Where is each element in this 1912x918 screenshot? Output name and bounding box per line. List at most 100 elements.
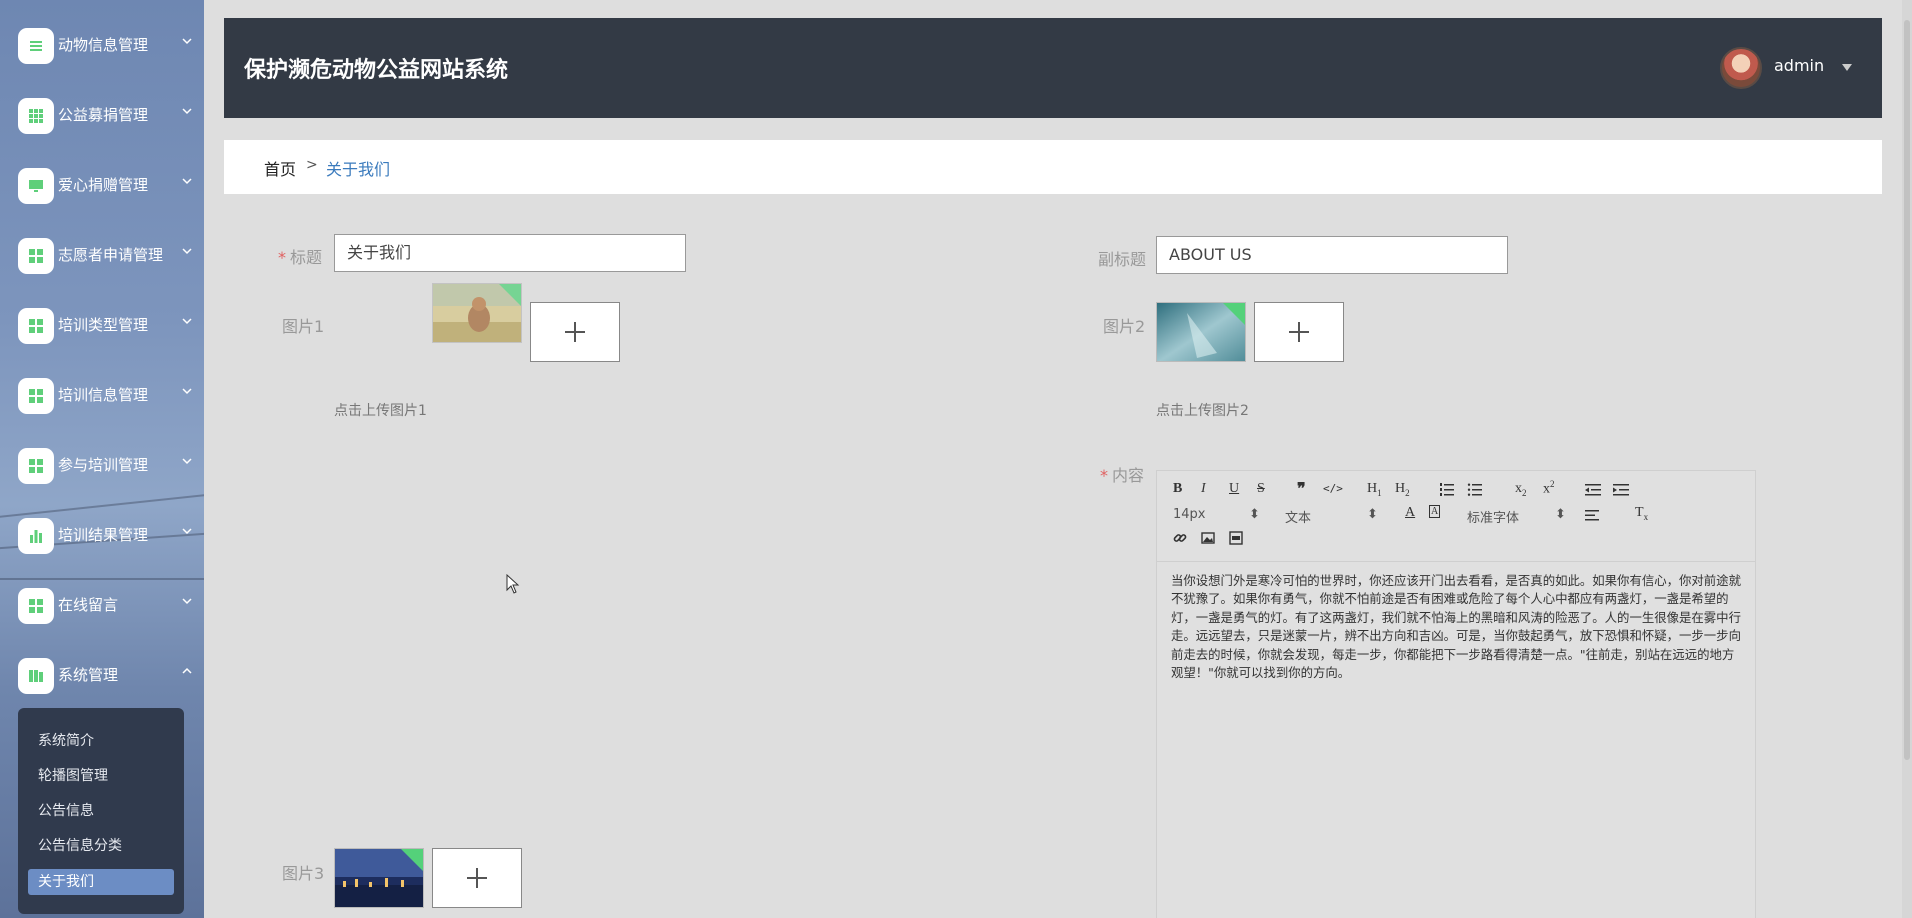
sidebar-item-training-type[interactable]: 培训类型管理 (0, 302, 204, 346)
image1-label: 图片1 (282, 317, 325, 336)
sidebar-item-training-results[interactable]: 培训结果管理 (0, 512, 204, 556)
sidebar-item-love-donation[interactable]: 爱心捐赠管理 (0, 162, 204, 206)
background-color-icon[interactable]: A (1429, 505, 1441, 518)
selected-corner-marker (499, 284, 521, 306)
sidebar-item-label: 志愿者申请管理 (58, 246, 164, 264)
caret-down-icon[interactable] (1842, 64, 1852, 71)
submenu-item-notice-category[interactable]: 公告信息分类 (28, 833, 174, 859)
sidebar-item-volunteer-application[interactable]: 志愿者申请管理 (0, 232, 204, 276)
sort-arrows-icon[interactable]: ⬍ (1555, 507, 1566, 522)
breadcrumb-home[interactable]: 首页 (264, 156, 296, 180)
text-type-select[interactable]: 文本 (1285, 507, 1311, 526)
selected-corner-marker (401, 849, 423, 871)
app-title: 保护濒危动物公益网站系统 (244, 58, 509, 83)
image1-hint: 点击上传图片1 (334, 403, 427, 419)
sidebar-item-label: 培训结果管理 (58, 526, 149, 544)
sidebar-item-training-participation[interactable]: 参与培训管理 (0, 442, 204, 486)
avatar[interactable] (1720, 47, 1762, 89)
mouse-pointer-icon (506, 574, 520, 594)
chevron-down-icon (182, 318, 192, 325)
sidebar-item-training-info[interactable]: 培训信息管理 (0, 372, 204, 416)
submenu-item-carousel[interactable]: 轮播图管理 (28, 763, 174, 789)
title-label-text: 标题 (290, 248, 323, 267)
clear-format-icon[interactable]: Tx (1635, 505, 1648, 522)
grid-icon (18, 98, 54, 134)
image3-thumbnail[interactable] (334, 848, 424, 908)
breadcrumb-current: 关于我们 (326, 160, 391, 179)
subtitle-input[interactable]: ABOUT US (1156, 236, 1508, 274)
image-icon[interactable] (1201, 531, 1215, 545)
subscript-icon[interactable]: x2 (1515, 481, 1527, 498)
header2-icon[interactable]: H2 (1395, 481, 1410, 498)
superscript-icon[interactable]: x2 (1543, 479, 1555, 498)
content-label: * 内容 (1100, 462, 1144, 486)
sidebar-item-online-message[interactable]: 在线留言 (0, 582, 204, 626)
blockquote-icon[interactable]: ❞ (1297, 479, 1306, 499)
required-marker: * (1100, 466, 1108, 485)
ordered-list-icon[interactable] (1439, 483, 1455, 497)
apps-icon (18, 238, 54, 274)
editor-content[interactable]: 当你设想门外是寒冷可怕的世界时，你还应该开门出去看看，是否真的如此。如果你有信心… (1171, 572, 1745, 682)
bar-chart-icon (18, 518, 54, 554)
bullet-list-icon[interactable] (1467, 483, 1483, 497)
align-icon[interactable] (1585, 509, 1601, 521)
chevron-down-icon (182, 38, 192, 45)
italic-icon[interactable]: I (1201, 481, 1206, 497)
indent-icon[interactable] (1613, 483, 1629, 497)
image1-upload-button[interactable] (530, 302, 620, 362)
sidebar-item-label: 培训类型管理 (58, 316, 149, 334)
image3-label: 图片3 (282, 864, 325, 883)
chevron-down-icon (182, 178, 192, 185)
breadcrumb-separator: > (306, 157, 318, 173)
sidebar-item-label: 动物信息管理 (58, 36, 149, 54)
font-color-icon[interactable]: A (1405, 505, 1415, 521)
user-name[interactable]: admin (1774, 56, 1824, 75)
chevron-down-icon (182, 248, 192, 255)
title-label: * 标题 (278, 244, 322, 268)
sidebar-item-label: 参与培训管理 (58, 456, 149, 474)
apps-icon (18, 448, 54, 484)
selected-corner-marker (1223, 303, 1245, 325)
sidebar: 动物信息管理 公益募捐管理 爱心捐赠管理 志愿者申请管理 培训类型管理 培训信息… (0, 0, 204, 918)
underline-icon[interactable]: U (1229, 481, 1239, 497)
image2-hint: 点击上传图片2 (1156, 403, 1249, 419)
header1-icon[interactable]: H1 (1367, 481, 1382, 498)
sidebar-item-donation-fundraising[interactable]: 公益募捐管理 (0, 92, 204, 136)
sidebar-item-system-management[interactable]: 系统管理 (0, 652, 204, 696)
background-rail (0, 578, 204, 580)
submenu-item-notice[interactable]: 公告信息 (28, 798, 174, 824)
sidebar-item-label: 公益募捐管理 (58, 106, 149, 124)
submenu-item-about-us[interactable]: 关于我们 (28, 869, 174, 895)
content-label-text: 内容 (1112, 466, 1145, 485)
book-icon (18, 658, 54, 694)
sidebar-item-label: 爱心捐赠管理 (58, 176, 149, 194)
image2-upload-button[interactable] (1254, 302, 1344, 362)
sort-arrows-icon[interactable]: ⬍ (1367, 507, 1378, 522)
video-icon[interactable] (1229, 531, 1243, 545)
chevron-down-icon (182, 108, 192, 115)
submenu-item-system-intro[interactable]: 系统简介 (28, 728, 174, 754)
chevron-up-icon (182, 667, 192, 674)
outdent-icon[interactable] (1585, 483, 1601, 497)
breadcrumb: 首页 > 关于我们 (224, 140, 1882, 194)
rich-text-editor[interactable]: B I U S ❞ </> H1 H2 x2 x2 14px ⬍ 文本 ⬍ A … (1156, 470, 1756, 918)
strike-icon[interactable]: S (1257, 481, 1265, 497)
image1-thumbnail[interactable] (432, 283, 522, 343)
sidebar-item-animal-info[interactable]: 动物信息管理 (0, 22, 204, 66)
list-icon (18, 28, 54, 64)
editor-toolbar: B I U S ❞ </> H1 H2 x2 x2 14px ⬍ 文本 ⬍ A … (1157, 471, 1755, 562)
system-submenu: 系统简介 轮播图管理 公告信息 公告信息分类 关于我们 (18, 708, 184, 914)
link-icon[interactable] (1173, 531, 1187, 545)
font-family-select[interactable]: 标准字体 (1467, 507, 1519, 526)
bold-icon[interactable]: B (1173, 481, 1182, 497)
sidebar-item-label: 在线留言 (58, 596, 119, 614)
chevron-down-icon (182, 598, 192, 605)
font-size-select[interactable]: 14px (1173, 507, 1206, 522)
top-header: 保护濒危动物公益网站系统 admin (224, 18, 1882, 118)
title-input[interactable]: 关于我们 (334, 234, 686, 272)
code-block-icon[interactable]: </> (1323, 482, 1343, 495)
image3-upload-button[interactable] (432, 848, 522, 908)
image2-thumbnail[interactable] (1156, 302, 1246, 362)
page-scrollbar-thumb[interactable] (1904, 20, 1910, 760)
sort-arrows-icon[interactable]: ⬍ (1249, 507, 1260, 522)
